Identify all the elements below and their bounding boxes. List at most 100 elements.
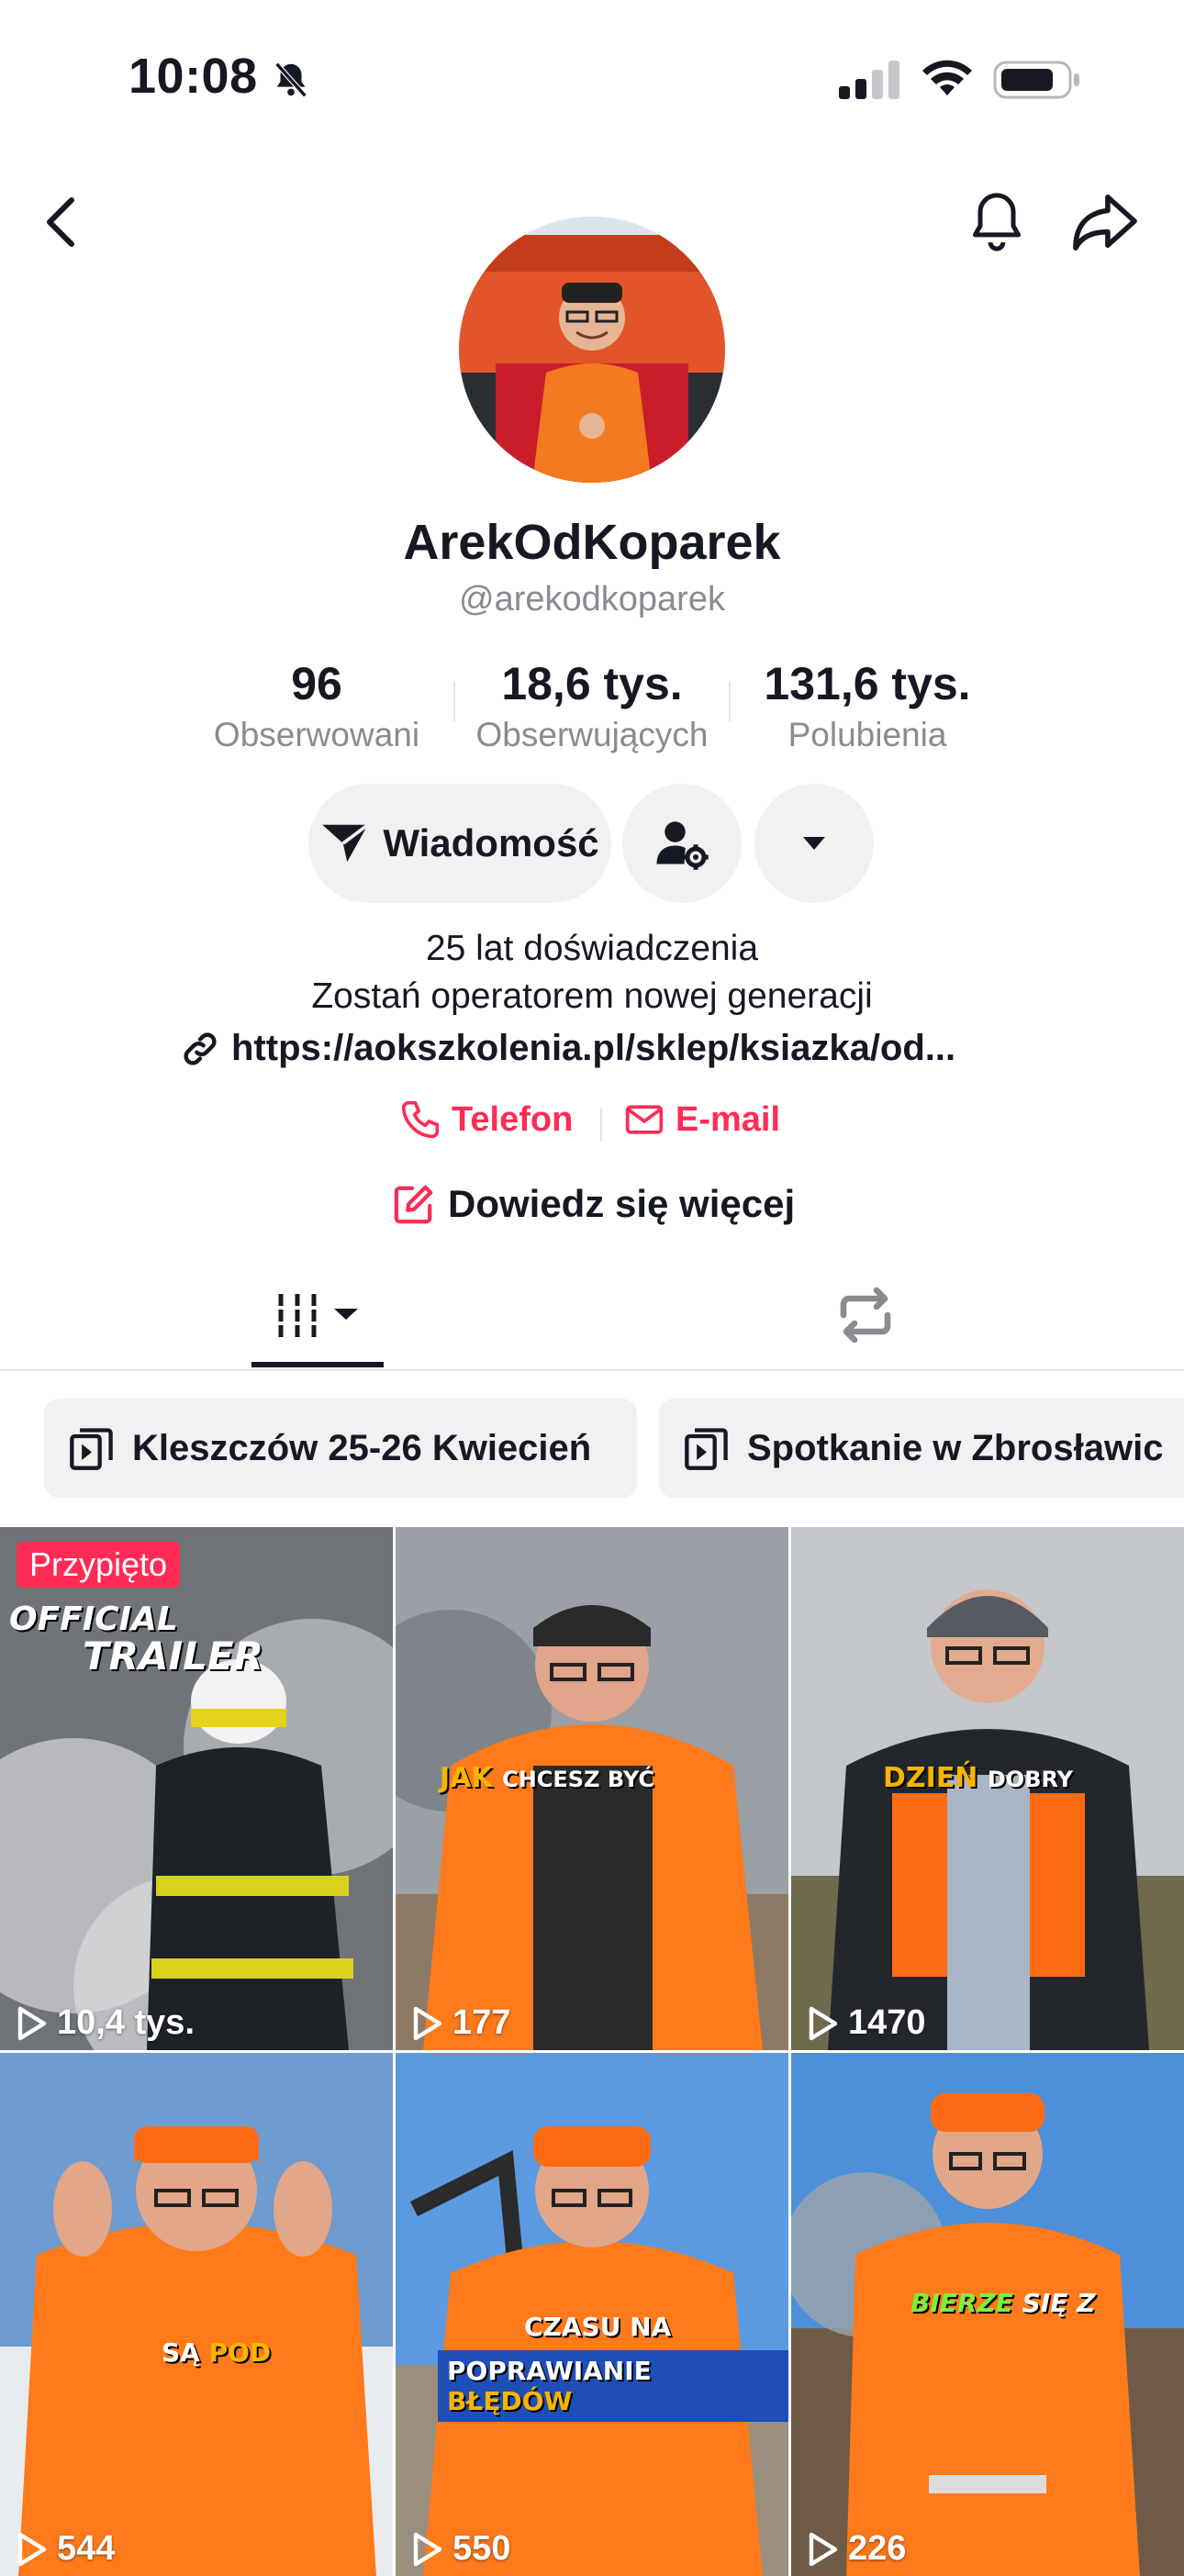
bio-line-1: 25 lat doświadczenia: [425, 929, 759, 968]
view-count: 10,4 tys.: [15, 2003, 195, 2043]
caption-text: SĄ: [162, 2337, 200, 2368]
link-icon: [184, 1032, 217, 1065]
friend-settings-button[interactable]: [622, 784, 742, 903]
stat-following-value: 96: [291, 658, 342, 709]
video-tile[interactable]: SĄ POD 544: [0, 2053, 393, 2576]
message-button-label: Wiadomość: [383, 821, 599, 864]
view-count-text: 177: [452, 2003, 511, 2042]
play-icon: [413, 2532, 442, 2566]
caption-highlight: DZIEŃ: [883, 1762, 978, 1794]
stat-divider: [453, 681, 455, 721]
stat-followers-value: 18,6 tys.: [501, 658, 683, 709]
email-button[interactable]: E-mail: [624, 1099, 780, 1140]
username-handle: @arekodkoparek: [459, 580, 725, 619]
play-icon: [17, 2006, 47, 2040]
tab-reposts[interactable]: [832, 1285, 899, 1350]
play-icon: [809, 2006, 838, 2040]
learn-more-button[interactable]: Dowiedz się więcej: [393, 1182, 795, 1226]
learn-more-label: Dowiedz się więcej: [448, 1182, 796, 1225]
phone-label: Telefon: [452, 1099, 574, 1139]
view-count-text: 1470: [848, 2003, 926, 2042]
video-caption-box: POPRAWIANIE BŁĘDÓW: [438, 2350, 788, 2422]
share-arrow-icon: [1073, 194, 1137, 251]
bio-line-2: Zostań operatorem nowej generacji: [311, 976, 873, 1016]
playlist-icon: [685, 1428, 728, 1470]
user-settings-icon: [656, 821, 709, 870]
battery-icon: [993, 59, 1081, 106]
view-count-text: 226: [848, 2529, 907, 2568]
view-count-text: 550: [452, 2529, 511, 2568]
video-caption: OFFICIAL: [9, 1600, 178, 1638]
caption-text: DOBRY: [987, 1767, 1074, 1792]
tabs-divider: [0, 1369, 1184, 1371]
share-button[interactable]: [1070, 189, 1140, 258]
video-thumbnail: [0, 2053, 393, 2576]
playlist-icon: [70, 1428, 113, 1470]
caption-text: SIĘ Z: [1022, 2288, 1096, 2318]
caption-highlight: BIERZE: [910, 2288, 1013, 2318]
notification-bell-button[interactable]: [966, 189, 1028, 260]
caption-text: POPRAWIANIE: [447, 2356, 652, 2386]
stat-followers[interactable]: 18,6 tys. Obserwujących: [459, 657, 725, 754]
play-icon: [17, 2532, 47, 2566]
signal-icon: [837, 59, 903, 106]
playlist-chip[interactable]: Spotkanie w Zbrosławic: [659, 1399, 1184, 1498]
view-count: 226: [806, 2529, 906, 2569]
stat-divider: [729, 681, 731, 721]
video-caption: TRAILER: [83, 1634, 263, 1678]
active-tab-indicator: [251, 1362, 384, 1367]
display-name: ArekOdKoparek: [403, 515, 781, 570]
view-count: 550: [410, 2529, 510, 2569]
contact-divider: [600, 1109, 602, 1142]
stat-likes[interactable]: 131,6 tys. Polubienia: [734, 657, 1000, 754]
more-dropdown-button[interactable]: [754, 784, 874, 903]
phone-icon: [401, 1100, 440, 1139]
view-count: 544: [15, 2529, 115, 2569]
videos-grid-icon: [278, 1294, 358, 1338]
caption-highlight: JAK: [440, 1762, 493, 1794]
video-caption: BIERZE SIĘ Z: [910, 2288, 1095, 2318]
video-caption: CZASU NA: [524, 2312, 672, 2342]
bio-link[interactable]: https://aokszkolenia.pl/sklep/ksiazka/od…: [180, 1028, 955, 1069]
video-caption: DZIEŃ DOBRY: [883, 1762, 1073, 1794]
caption-highlight: POD: [208, 2337, 272, 2368]
phone-button[interactable]: Telefon: [400, 1099, 573, 1140]
view-count: 1470: [806, 2003, 926, 2043]
wifi-icon: [922, 57, 973, 104]
stat-followers-label: Obserwujących: [475, 716, 709, 753]
play-icon: [809, 2532, 838, 2566]
video-tile[interactable]: Przypięto OFFICIAL TRAILER 10,4 tys.: [0, 1527, 393, 2050]
repost-icon: [840, 1287, 891, 1344]
email-label: E-mail: [676, 1099, 781, 1139]
view-count-text: 544: [57, 2529, 116, 2568]
caret-down-icon: [803, 837, 825, 850]
stat-likes-value: 131,6 tys.: [764, 658, 971, 709]
playlist-chip[interactable]: Kleszczów 25-26 Kwiecień: [44, 1399, 637, 1498]
video-tile[interactable]: JAK CHCESZ BYĆ 177: [396, 1527, 788, 2050]
silent-bell-icon: [270, 59, 312, 106]
send-icon: [322, 823, 370, 863]
video-tile[interactable]: CZASU NA POPRAWIANIE BŁĘDÓW 550: [396, 2053, 788, 2576]
edit-square-icon: [394, 1185, 433, 1224]
stat-following[interactable]: 96 Obserwowani: [193, 657, 441, 754]
view-count: 177: [410, 2003, 510, 2043]
pinned-badge: Przypięto: [17, 1542, 181, 1588]
video-caption: JAK CHCESZ BYĆ: [440, 1762, 654, 1794]
status-time: 10:08: [128, 49, 258, 104]
playlist-chip-label: Kleszczów 25-26 Kwiecień: [132, 1427, 592, 1468]
avatar[interactable]: [459, 217, 725, 483]
playlist-chip-label: Spotkanie w Zbrosławic: [747, 1427, 1164, 1468]
video-tile[interactable]: BIERZE SIĘ Z 226: [791, 2053, 1184, 2576]
bio-link-text: https://aokszkolenia.pl/sklep/ksiazka/od…: [231, 1028, 956, 1068]
tab-videos[interactable]: [274, 1288, 365, 1348]
view-count-text: 10,4 tys.: [57, 2003, 195, 2042]
mail-icon: [625, 1105, 664, 1134]
caption-text: CHCESZ BYĆ: [502, 1767, 654, 1792]
message-button[interactable]: Wiadomość: [308, 784, 611, 903]
play-icon: [413, 2006, 442, 2040]
video-tile[interactable]: DZIEŃ DOBRY 1470: [791, 1527, 1184, 2050]
stat-following-label: Obserwowani: [213, 716, 420, 753]
stat-likes-label: Polubienia: [787, 716, 947, 753]
caption-highlight: BŁĘDÓW: [447, 2386, 573, 2416]
back-button[interactable]: [37, 193, 88, 256]
